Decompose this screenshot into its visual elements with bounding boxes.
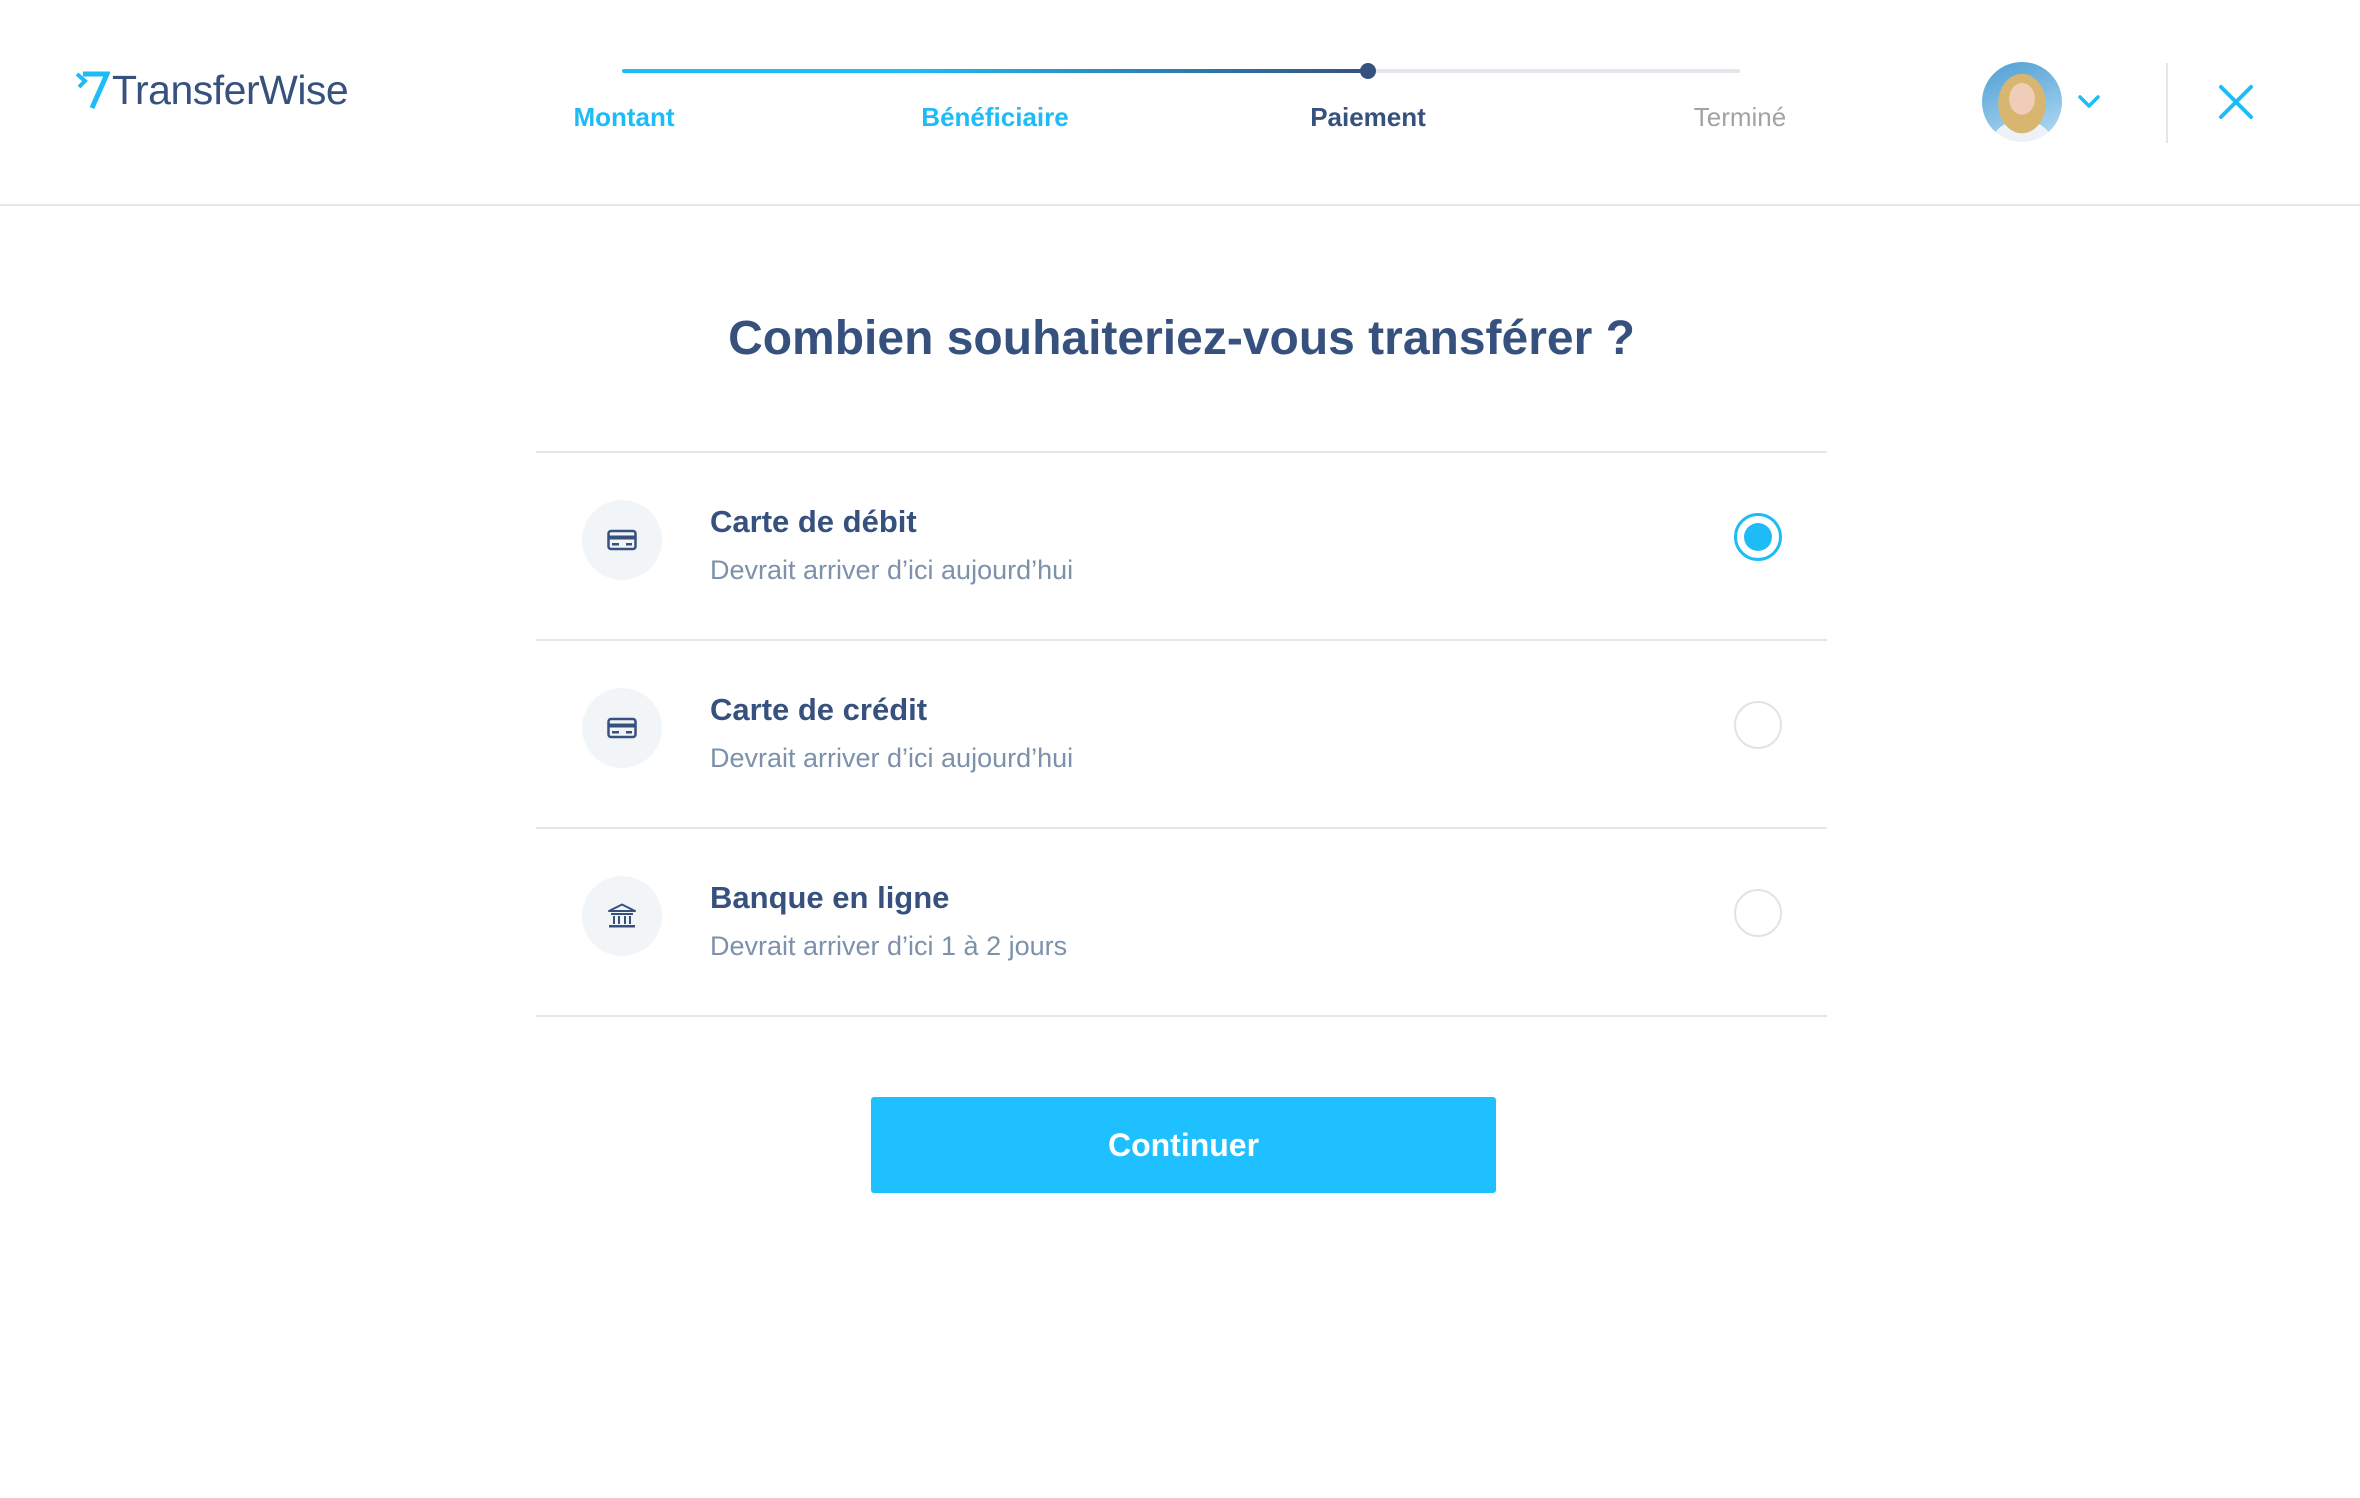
step-beneficiaire[interactable]: Bénéficiaire (845, 101, 1145, 133)
logo-wordmark: TransferWise (112, 67, 349, 113)
logo-flag-icon (75, 71, 110, 110)
current-step-marker (1359, 63, 1376, 79)
step-paiement[interactable]: Paiement (1218, 101, 1518, 133)
progress-fill (622, 69, 1368, 73)
bank-icon-badge (582, 876, 662, 956)
credit-card-icon-badge (582, 688, 662, 768)
user-avatar[interactable] (1982, 62, 2062, 142)
payment-option-label: Carte de crédit (710, 692, 928, 727)
payment-option-online-banking[interactable]: Banque en ligne Devrait arriver d’ici 1 … (536, 829, 1827, 1017)
debit-card-icon-badge (582, 500, 662, 580)
top-bar: TransferWise Montant Bénéficiaire Paieme… (0, 0, 2360, 206)
step-montant[interactable]: Montant (474, 101, 774, 133)
payment-option-credit-card[interactable]: Carte de crédit Devrait arriver d’ici au… (536, 641, 1827, 829)
payment-option-label: Carte de débit (710, 504, 917, 539)
payment-option-label: Banque en ligne (710, 880, 950, 915)
header-divider (2166, 63, 2168, 143)
progress-track (622, 63, 1740, 79)
payment-option-eta: Devrait arriver d’ici 1 à 2 jours (710, 931, 1068, 961)
card-icon (607, 529, 637, 551)
page-title: Combien souhaiteriez-vous transférer ? (728, 312, 1635, 365)
radio-debit-card[interactable] (1734, 513, 1782, 561)
step-termine: Terminé (1693, 102, 1787, 132)
card-icon (607, 717, 637, 739)
payment-method-list: Carte de débit Devrait arriver d’ici auj… (536, 451, 1827, 1017)
chevron-down-icon[interactable] (2077, 92, 2101, 112)
radio-credit-card[interactable] (1734, 701, 1782, 749)
bank-icon (608, 903, 636, 928)
payment-option-eta: Devrait arriver d’ici aujourd’hui (710, 555, 1074, 585)
radio-online-banking[interactable] (1734, 889, 1782, 937)
transferwise-logo[interactable]: TransferWise (74, 62, 349, 118)
continue-button[interactable]: Continuer (871, 1097, 1496, 1193)
payment-option-debit-card[interactable]: Carte de débit Devrait arriver d’ici auj… (536, 453, 1827, 641)
payment-option-eta: Devrait arriver d’ici aujourd’hui (710, 743, 1074, 773)
close-icon[interactable] (2218, 84, 2254, 120)
